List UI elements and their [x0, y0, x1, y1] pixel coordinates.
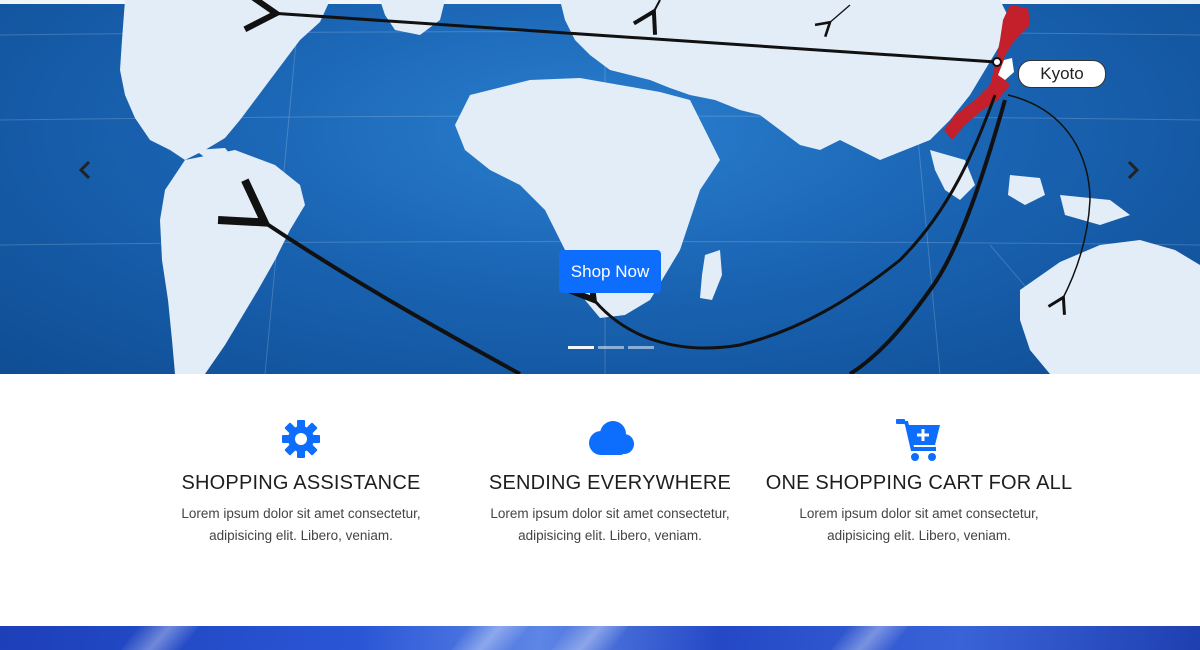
- location-tag: Kyoto: [1018, 60, 1106, 88]
- cloud-icon: [589, 421, 634, 455]
- banner-light-streak: [551, 626, 629, 650]
- chevron-right-icon: [1127, 160, 1140, 180]
- shop-now-button[interactable]: Shop Now: [559, 250, 661, 293]
- feature-title: SENDING EVERYWHERE: [488, 472, 732, 494]
- carousel-indicator-3[interactable]: [628, 346, 654, 349]
- feature-description: Lorem ipsum dolor sit amet consectetur, …: [490, 506, 730, 543]
- chevron-left-icon: [78, 160, 91, 180]
- feature-one-shopping-cart: ONE SHOPPING CART FOR ALL Lorem ipsum do…: [764, 416, 1074, 547]
- north-america-land: [120, 0, 330, 160]
- carousel-indicator-2[interactable]: [598, 346, 624, 349]
- features-section: SHOPPING ASSISTANCE Lorem ipsum dolor si…: [0, 374, 1200, 626]
- feature-shopping-assistance: SHOPPING ASSISTANCE Lorem ipsum dolor si…: [146, 416, 456, 547]
- feature-sending-everywhere: SENDING EVERYWHERE Lorem ipsum dolor sit…: [455, 416, 765, 547]
- banner-light-streak: [831, 626, 909, 650]
- south-america-land: [160, 150, 305, 374]
- carousel-prev-button[interactable]: [70, 150, 100, 190]
- carousel-indicator-1[interactable]: [568, 346, 594, 349]
- banner-light-streak: [451, 626, 529, 650]
- hero-carousel: Kyoto Shop Now: [0, 0, 1200, 374]
- carousel-indicators: [568, 346, 654, 349]
- cart-plus-icon: [896, 419, 940, 461]
- world-map-illustration: [0, 0, 1200, 374]
- carousel-next-button[interactable]: [1118, 150, 1148, 190]
- feature-description: Lorem ipsum dolor sit amet consectetur, …: [799, 506, 1039, 543]
- bottom-banner: [0, 626, 1200, 650]
- feature-title: ONE SHOPPING CART FOR ALL: [765, 472, 1073, 494]
- banner-light-streak: [121, 626, 199, 650]
- feature-description: Lorem ipsum dolor sit amet consectetur, …: [181, 506, 421, 543]
- australia-land: [1020, 240, 1200, 374]
- greenland-land: [380, 0, 445, 35]
- gear-icon: [282, 420, 320, 458]
- feature-title: SHOPPING ASSISTANCE: [181, 472, 421, 494]
